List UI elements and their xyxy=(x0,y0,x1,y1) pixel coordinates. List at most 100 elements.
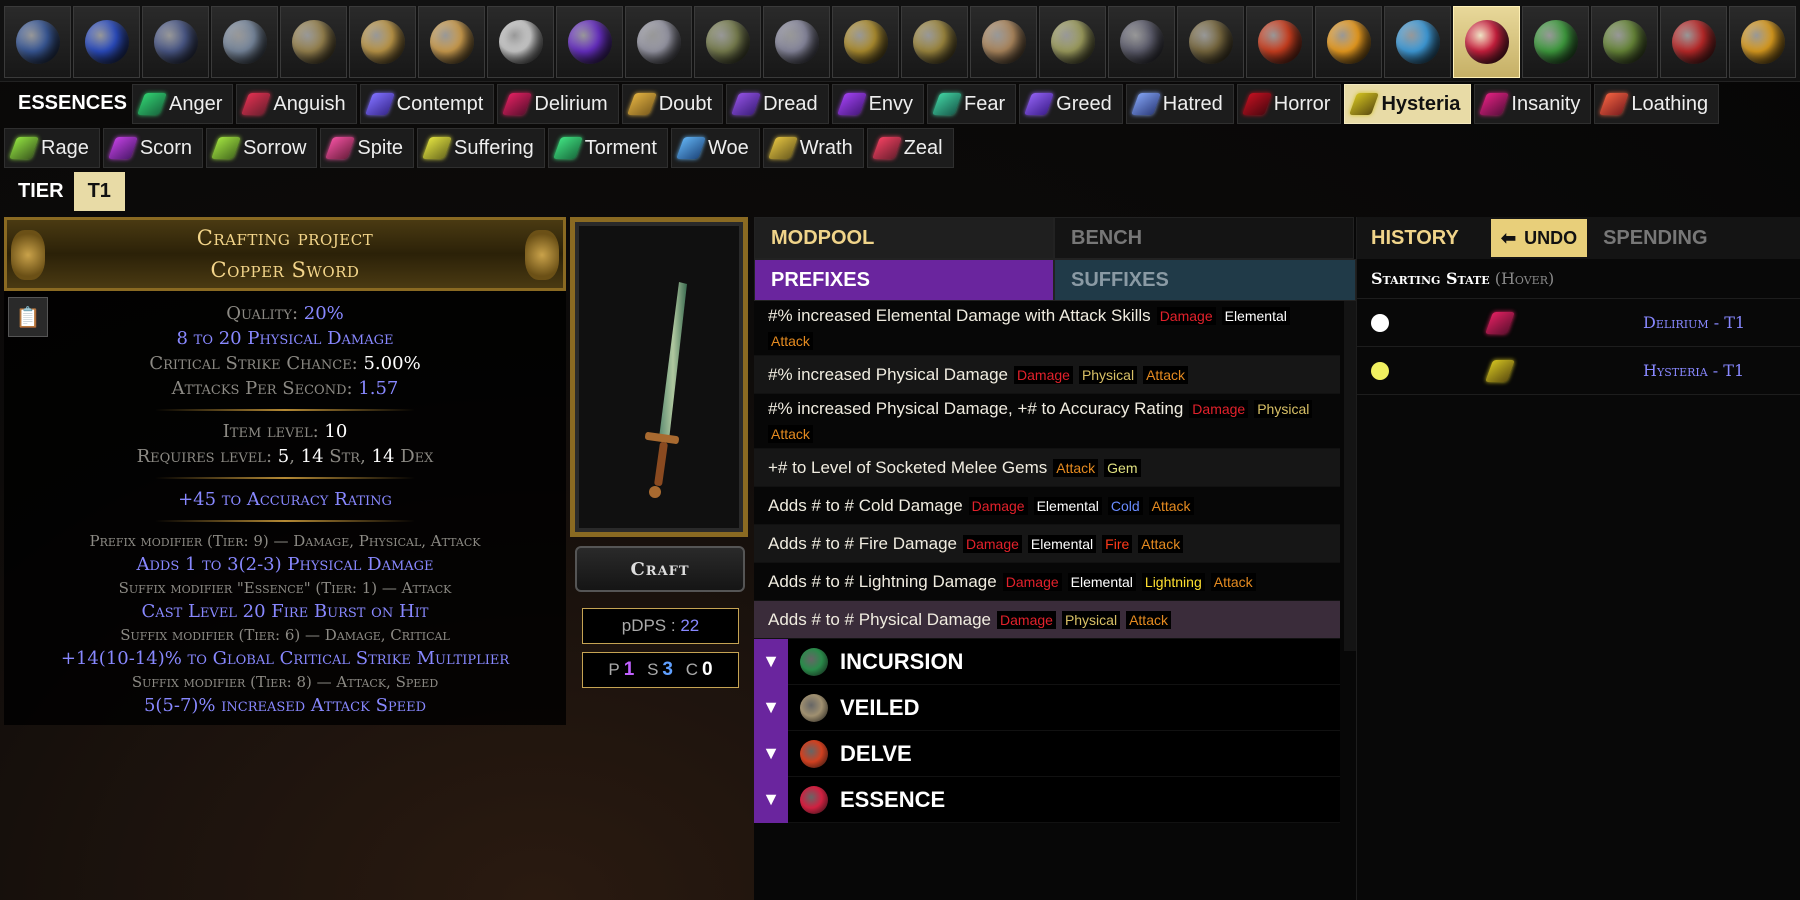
mod-tag: Elemental xyxy=(1221,307,1290,325)
currency-slot[interactable] xyxy=(1591,6,1658,78)
mod-row[interactable]: +# to Level of Socketed Melee Gems Attack… xyxy=(754,449,1340,487)
currency-slot[interactable] xyxy=(1522,6,1589,78)
currency-slot[interactable] xyxy=(1384,6,1451,78)
mod-row-text: Adds # to # Fire Damage xyxy=(768,533,957,553)
currency-slot[interactable] xyxy=(763,6,830,78)
currency-slot[interactable] xyxy=(1660,6,1727,78)
currency-slot[interactable] xyxy=(4,6,71,78)
currency-slot[interactable] xyxy=(142,6,209,78)
physical-damage: 8 to 20 Physical Damage xyxy=(176,328,394,349)
chevron-down-icon[interactable]: ▼ xyxy=(754,638,788,685)
essence-button-sorrow[interactable]: Sorrow xyxy=(206,128,318,168)
essence-button-horror[interactable]: Horror xyxy=(1236,84,1342,124)
essence-button-loathing[interactable]: Loathing xyxy=(1594,84,1720,124)
essence-label: Envy xyxy=(868,92,914,115)
tab-history[interactable]: HISTORY xyxy=(1357,227,1491,250)
currency-slot[interactable] xyxy=(832,6,899,78)
section-incursion[interactable]: ▼ INCURSION xyxy=(754,638,1340,685)
tab-suffixes[interactable]: SUFFIXES xyxy=(1054,259,1356,301)
currency-slot[interactable] xyxy=(625,6,692,78)
currency-slot[interactable] xyxy=(1246,6,1313,78)
essence-button-fear[interactable]: Fear xyxy=(927,84,1017,124)
section-veiled[interactable]: ▼ VEILED xyxy=(754,684,1340,731)
section-delve[interactable]: ▼ DELVE xyxy=(754,730,1340,777)
mod-row[interactable]: Adds # to # Cold Damage Damage Elemental Co… xyxy=(754,487,1340,525)
currency-slot[interactable] xyxy=(556,6,623,78)
tab-modpool[interactable]: MODPOOL xyxy=(754,217,1054,259)
tier-button-t1[interactable]: T1 xyxy=(73,172,125,211)
currency-slot[interactable] xyxy=(694,6,761,78)
mod-row[interactable]: Adds # to # Physical Damage Damage Physica… xyxy=(754,601,1340,639)
essence-button-insanity[interactable]: Insanity xyxy=(1474,84,1592,124)
essence-button-zeal[interactable]: Zeal xyxy=(866,128,954,168)
essence-icon xyxy=(552,137,583,159)
essence-icon xyxy=(871,137,902,159)
currency-slot[interactable] xyxy=(211,6,278,78)
essence-label: Insanity xyxy=(1511,92,1581,115)
essence-icon xyxy=(626,93,657,115)
currency-slot[interactable] xyxy=(73,6,140,78)
essence-button-anger[interactable]: Anger xyxy=(132,84,234,124)
affix-count-box: P 1 S 3 C 0 xyxy=(582,652,739,688)
essence-button-doubt[interactable]: Doubt xyxy=(621,84,724,124)
currency-slot[interactable] xyxy=(1039,6,1106,78)
essence-button-delirium[interactable]: Delirium xyxy=(497,84,619,124)
essence-button-woe[interactable]: Woe xyxy=(670,128,760,168)
currency-slot[interactable] xyxy=(970,6,1037,78)
essence-button-contempt[interactable]: Contempt xyxy=(359,84,495,124)
history-row[interactable]: Hysteria - T1 xyxy=(1357,347,1800,395)
currency-slot[interactable] xyxy=(280,6,347,78)
undo-button[interactable]: ⬅ UNDO xyxy=(1491,219,1588,257)
scrollbar[interactable] xyxy=(1344,301,1356,651)
tab-bench[interactable]: BENCH xyxy=(1054,217,1354,259)
chevron-down-icon[interactable]: ▼ xyxy=(754,776,788,823)
essence-button-spite[interactable]: Spite xyxy=(320,128,415,168)
clipboard-icon[interactable]: 📋 xyxy=(8,297,48,337)
essence-button-wrath[interactable]: Wrath xyxy=(762,128,864,168)
currency-slot[interactable] xyxy=(1315,6,1382,78)
essence-button-suffering[interactable]: Suffering xyxy=(417,128,545,168)
starting-state[interactable]: Starting State (Hover) xyxy=(1357,259,1800,299)
mod-row[interactable]: #% increased Physical Damage, +# to Accu… xyxy=(754,394,1340,449)
essence-icon xyxy=(1484,311,1516,334)
essence-button-envy[interactable]: Envy xyxy=(831,84,925,124)
chevron-down-icon[interactable]: ▼ xyxy=(754,730,788,777)
crafted-count-label: C xyxy=(685,660,698,679)
item-image-frame xyxy=(570,217,748,537)
essence-button-anguish[interactable]: Anguish xyxy=(236,84,357,124)
section-essence[interactable]: ▼ ESSENCE xyxy=(754,776,1340,823)
essence-button-torment[interactable]: Torment xyxy=(547,128,668,168)
essence-button-greed[interactable]: Greed xyxy=(1019,84,1123,124)
essence-button-hatred[interactable]: Hatred xyxy=(1125,84,1234,124)
history-label: Hysteria - T1 xyxy=(1643,361,1745,380)
currency-slot[interactable] xyxy=(1729,6,1796,78)
currency-slot[interactable] xyxy=(1453,6,1520,78)
currency-icon-25 xyxy=(1671,20,1716,64)
mod-row[interactable]: Adds # to # Fire Damage Damage Elemental Fi… xyxy=(754,525,1340,563)
essence-button-dread[interactable]: Dread xyxy=(726,84,829,124)
mod-tag: Fire xyxy=(1102,534,1133,553)
history-row[interactable]: Delirium - T1 xyxy=(1357,299,1800,347)
status-dot xyxy=(1371,313,1389,332)
essence-label: Doubt xyxy=(658,92,713,115)
mod-tag: Attack xyxy=(1138,534,1184,553)
chevron-down-icon[interactable]: ▼ xyxy=(754,684,788,731)
tab-spending[interactable]: SPENDING xyxy=(1587,227,1723,250)
tab-prefixes[interactable]: PREFIXES xyxy=(754,259,1054,301)
currency-slot[interactable] xyxy=(418,6,485,78)
mod-row[interactable]: Adds # to # Lightning Damage Damage Elemen… xyxy=(754,563,1340,601)
currency-slot[interactable] xyxy=(1108,6,1175,78)
essence-button-rage[interactable]: Rage xyxy=(4,128,100,168)
currency-slot[interactable] xyxy=(901,6,968,78)
essence-button-scorn[interactable]: Scorn xyxy=(102,128,204,168)
mod-row[interactable]: #% increased Elemental Damage with Attac… xyxy=(754,301,1340,356)
craft-button[interactable]: Craft xyxy=(575,546,745,592)
currency-slot[interactable] xyxy=(1177,6,1244,78)
essence-button-hysteria[interactable]: Hysteria xyxy=(1344,84,1472,124)
currency-slot[interactable] xyxy=(349,6,416,78)
quality-value: 20% xyxy=(303,303,344,324)
currency-icon-4 xyxy=(222,20,267,64)
currency-slot[interactable] xyxy=(487,6,554,78)
status-dot xyxy=(1371,361,1389,380)
mod-row[interactable]: #% increased Physical Damage Damage Physic… xyxy=(754,356,1340,394)
